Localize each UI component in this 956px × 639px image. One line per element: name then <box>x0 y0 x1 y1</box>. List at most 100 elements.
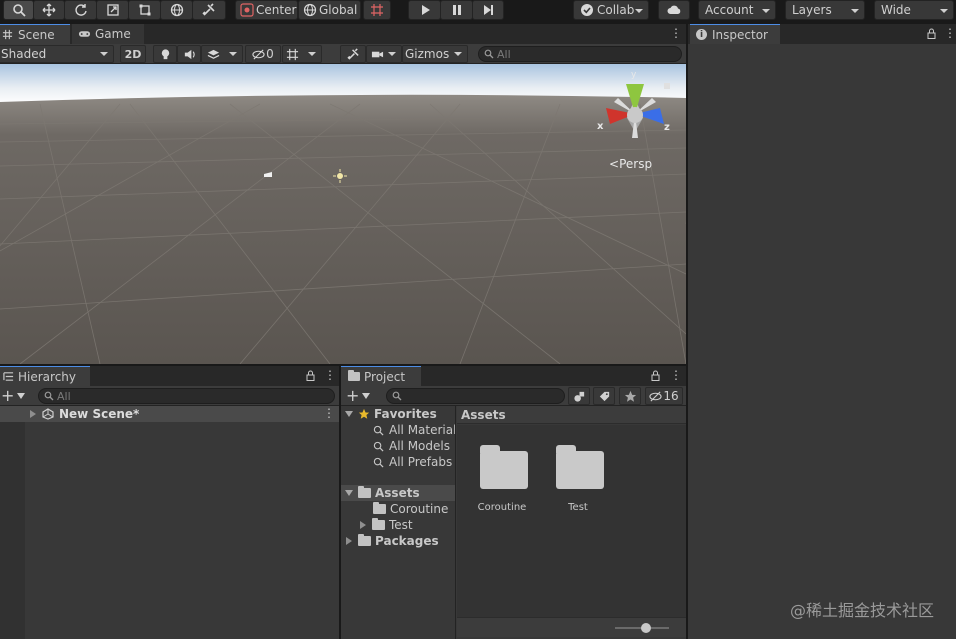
favorite-item[interactable]: All Prefabs <box>373 454 452 470</box>
effects-dropdown[interactable] <box>201 45 243 63</box>
layers-dropdown[interactable]: Layers <box>785 0 865 20</box>
expand-arrow-icon[interactable] <box>345 411 353 417</box>
assets-folder-row[interactable]: Assets <box>341 485 455 501</box>
projection-toggle[interactable]: <Persp <box>609 157 652 171</box>
tab-project[interactable]: Project <box>341 366 421 386</box>
favorite-item[interactable]: All Materials <box>373 422 455 438</box>
info-icon: i <box>696 29 707 40</box>
hidden-objects-toggle[interactable]: 0 <box>245 45 281 63</box>
scene-search-input[interactable]: All <box>478 46 682 62</box>
tab-inspector[interactable]: i Inspector <box>690 24 780 44</box>
collab-dropdown[interactable]: Collab <box>573 0 649 20</box>
chevron-down-icon <box>308 52 316 56</box>
favorites-label: Favorites <box>374 407 437 421</box>
collab-label: Collab <box>597 3 635 17</box>
hierarchy-toolbar: + All <box>0 386 339 406</box>
scene-row-menu-icon[interactable]: ⋮ <box>323 407 335 419</box>
pivot-global-button[interactable]: Global <box>298 0 361 20</box>
breadcrumb[interactable]: Assets <box>461 408 506 422</box>
layout-dropdown[interactable]: Wide <box>874 0 954 20</box>
inspector-panel: i Inspector ⋮ <box>688 24 956 639</box>
play-button[interactable] <box>408 0 441 20</box>
tools-icon <box>346 47 359 60</box>
layout-label: Wide <box>881 3 911 17</box>
project-menu-icon[interactable]: ⋮ <box>670 369 682 381</box>
filter-by-label-button[interactable] <box>593 387 615 405</box>
grid-dropdown[interactable] <box>282 45 322 63</box>
folder-row[interactable]: Test <box>360 517 413 533</box>
transform-tool-button[interactable] <box>160 0 193 20</box>
pause-icon <box>452 5 461 15</box>
lock-icon[interactable] <box>651 370 660 381</box>
favorites-row[interactable]: Favorites <box>345 406 437 422</box>
project-search-input[interactable] <box>386 388 565 404</box>
packages-folder-label: Packages <box>375 534 439 548</box>
hidden-packages-count: 16 <box>663 389 679 403</box>
toggle-audio-button[interactable] <box>177 45 201 63</box>
chevron-down-icon <box>762 9 770 13</box>
rotate-icon <box>74 4 87 16</box>
account-dropdown[interactable]: Account <box>698 0 776 20</box>
project-panel: Project ⋮ + 16 Favorites All Materials A… <box>341 366 686 639</box>
create-dropdown[interactable]: + <box>1 387 29 404</box>
expand-arrow-icon[interactable] <box>360 521 366 529</box>
rotate-tool-button[interactable] <box>64 0 97 20</box>
favorites-filter-button[interactable] <box>619 387 641 405</box>
camera-dropdown[interactable] <box>366 45 402 63</box>
orientation-gizmo[interactable] <box>594 70 676 150</box>
pivot-center-button[interactable]: Center <box>235 0 298 20</box>
folder-icon <box>480 445 528 489</box>
create-asset-dropdown[interactable]: + <box>346 387 374 404</box>
hierarchy-search-input[interactable]: All <box>38 388 335 404</box>
grid-icon <box>286 48 299 60</box>
scale-tool-button[interactable] <box>96 0 129 20</box>
hidden-packages-toggle[interactable]: 16 <box>645 387 683 405</box>
move-tool-button[interactable] <box>33 0 65 20</box>
grid-snap-icon <box>371 4 383 16</box>
eye-crossed-icon <box>252 48 265 60</box>
asset-grid-item[interactable]: Coroutine <box>467 445 537 517</box>
scene-panel-menu-icon[interactable]: ⋮ <box>670 27 682 39</box>
step-button[interactable] <box>472 0 504 20</box>
search-icon <box>373 441 384 452</box>
cloud-button[interactable] <box>658 0 690 20</box>
view-tool-button[interactable] <box>3 0 34 20</box>
custom-tool-button[interactable] <box>192 0 226 20</box>
gizmos-dropdown[interactable]: Gizmos <box>402 45 468 63</box>
toggle-2d-button[interactable]: 2D <box>120 45 146 63</box>
lightbulb-icon <box>161 48 169 59</box>
asset-grid-item[interactable]: Test <box>543 445 613 517</box>
chevron-down-icon <box>940 9 948 13</box>
tab-game[interactable]: Game <box>72 24 144 44</box>
rect-tool-button[interactable] <box>128 0 161 20</box>
expand-arrow-icon[interactable] <box>30 410 36 418</box>
snap-grid-button[interactable] <box>363 0 391 20</box>
chevron-down-icon <box>851 9 859 13</box>
project-tab-strip: Project ⋮ <box>341 366 686 386</box>
filter-by-type-button[interactable] <box>568 387 590 405</box>
icon-size-slider-thumb[interactable] <box>641 623 651 633</box>
expand-arrow-icon[interactable] <box>345 490 353 496</box>
scene-viewport[interactable]: y x z <Persp <box>0 64 686 364</box>
chevron-down-icon <box>17 392 26 399</box>
tab-scene[interactable]: Scene <box>0 24 70 44</box>
folder-row[interactable]: Coroutine <box>373 501 448 517</box>
folder-icon <box>373 502 386 514</box>
favorite-item[interactable]: All Models <box>373 438 450 454</box>
lock-icon[interactable] <box>927 28 936 39</box>
inspector-menu-icon[interactable]: ⋮ <box>944 27 956 39</box>
globe-icon <box>303 3 317 17</box>
pause-button[interactable] <box>440 0 473 20</box>
lock-icon[interactable] <box>306 370 315 381</box>
hierarchy-menu-icon[interactable]: ⋮ <box>324 369 336 381</box>
scene-row[interactable]: New Scene* ⋮ <box>0 406 339 422</box>
shading-mode-dropdown[interactable]: Shaded <box>0 45 114 63</box>
scene-tools-button[interactable] <box>340 45 366 63</box>
toggle-lighting-button[interactable] <box>153 45 177 63</box>
scale-icon <box>106 4 119 16</box>
speaker-icon <box>184 49 195 59</box>
tab-hierarchy[interactable]: Hierarchy <box>0 366 90 386</box>
packages-folder-row[interactable]: Packages <box>346 533 439 549</box>
expand-arrow-icon[interactable] <box>346 537 352 545</box>
list-icon <box>3 372 14 381</box>
